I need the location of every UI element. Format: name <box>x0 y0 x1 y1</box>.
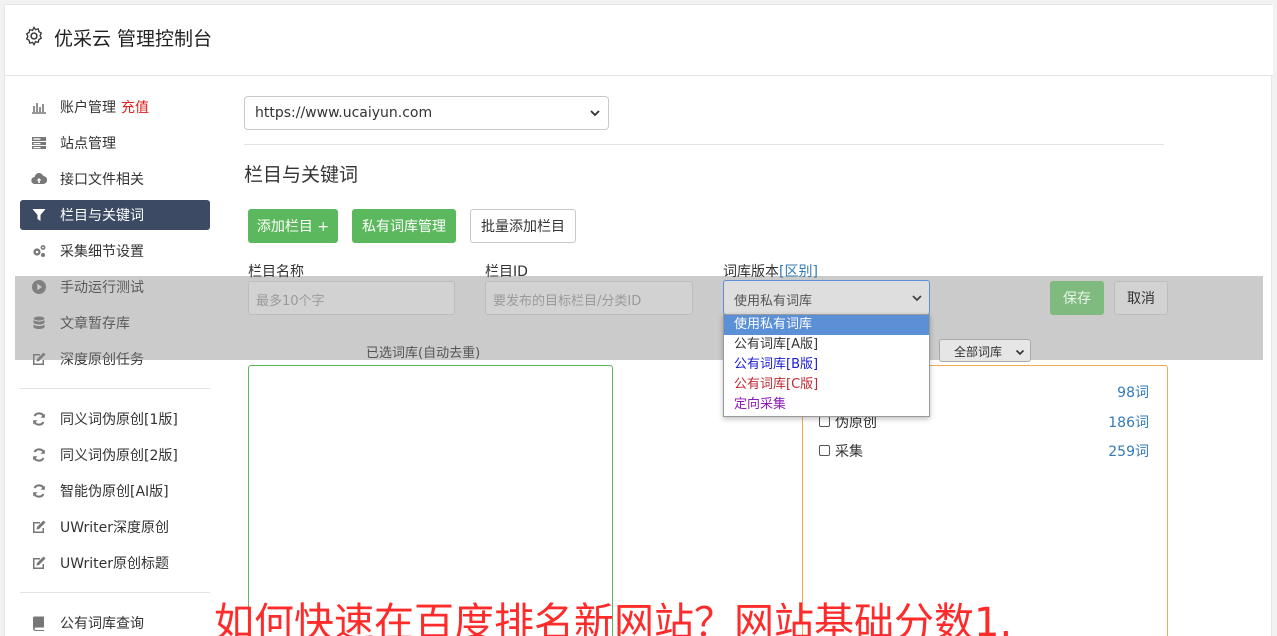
chevron-down-icon <box>1015 346 1025 356</box>
sidebar-divider <box>20 592 210 593</box>
book-icon <box>31 615 47 631</box>
sidebar-item-sites[interactable]: 站点管理 <box>20 128 210 158</box>
batch-add-column-button[interactable]: 批量添加栏目 <box>470 209 576 243</box>
sidebar-item-uwriter-deep[interactable]: UWriter深度原创 <box>20 512 210 542</box>
sidebar-item-interface[interactable]: 接口文件相关 <box>20 164 210 194</box>
sidebar-item-label: 同义词伪原创[1版] <box>60 412 178 428</box>
lib-version-select[interactable]: 使用私有词库 <box>723 280 930 315</box>
sidebar-item-label: 账户管理 <box>60 100 116 116</box>
sidebar-item-collect-settings[interactable]: 采集细节设置 <box>20 236 210 266</box>
chevron-down-icon <box>589 107 601 119</box>
difference-link[interactable]: [区别] <box>779 264 818 280</box>
lib-name: 采集 <box>835 444 863 460</box>
list-item[interactable]: 采集 259词 <box>819 441 1149 461</box>
cogs-icon <box>31 243 47 259</box>
column-name-label: 栏目名称 <box>248 264 304 280</box>
save-button[interactable]: 保存 <box>1050 281 1104 315</box>
filter-icon <box>31 207 47 223</box>
top-bar: 优采云 管理控制台 <box>5 5 1273 76</box>
sidebar-item-label: 同义词伪原创[2版] <box>60 448 178 464</box>
lib-filter-select[interactable]: 全部词库 <box>939 339 1031 362</box>
dropdown-option[interactable]: 使用私有词库 <box>724 315 929 335</box>
gear-icon <box>23 25 45 47</box>
page-title: 优采云 管理控制台 <box>54 28 213 50</box>
add-column-button[interactable]: 添加栏目 + <box>248 209 338 243</box>
edit-icon <box>31 555 47 571</box>
sidebar-item-label: 智能伪原创[AI版] <box>60 484 169 500</box>
sidebar-item-label: 接口文件相关 <box>60 172 144 188</box>
column-id-input[interactable]: 要发布的目标栏目/分类ID <box>485 281 693 315</box>
lib-version-label-text: 词库版本 <box>723 264 779 280</box>
lib-version-label: 词库版本[区别] <box>723 261 818 281</box>
sidebar: 账户管理 充值 站点管理 接口文件相关 栏目与关键词 采集细节设置 手动运行测试… <box>20 92 210 636</box>
sidebar-item-label: 栏目与关键词 <box>60 208 144 224</box>
site-select[interactable]: https://www.ucaiyun.com <box>244 96 609 130</box>
lib-count: 186词 <box>1108 415 1149 431</box>
sidebar-item-ai-rewrite[interactable]: 智能伪原创[AI版] <box>20 476 210 506</box>
column-name-input[interactable]: 最多10个字 <box>248 281 455 315</box>
private-library-button[interactable]: 私有词库管理 <box>352 209 456 243</box>
selected-libs-label: 已选词库(自动去重) <box>366 346 481 361</box>
lib-version-select-value: 使用私有词库 <box>734 294 813 309</box>
column-id-label: 栏目ID <box>485 264 528 280</box>
sidebar-item-label: UWriter原创标题 <box>60 556 169 572</box>
refresh-icon <box>31 411 47 427</box>
edit-icon <box>31 519 47 535</box>
sidebar-item-public-lib-query[interactable]: 公有词库查询 <box>20 608 210 636</box>
chevron-down-icon <box>911 292 923 304</box>
refresh-icon <box>31 483 47 499</box>
dropdown-option[interactable]: 定向采集 <box>724 395 929 415</box>
overlay-caption: 如何快速在百度排名新网站？网站基础分数1. <box>214 600 1013 636</box>
sidebar-item-label: 采集细节设置 <box>60 244 144 260</box>
dropdown-option[interactable]: 公有词库[B版] <box>724 355 929 375</box>
sidebar-divider <box>20 388 210 389</box>
sidebar-item-columns-keywords[interactable]: 栏目与关键词 <box>20 200 210 230</box>
bar-chart-icon <box>31 99 47 115</box>
lib-version-dropdown[interactable]: 使用私有词库 公有词库[A版] 公有词库[B版] 公有词库[C版] 定向采集 <box>723 314 930 417</box>
sidebar-item-label: 站点管理 <box>60 136 116 152</box>
dropdown-option[interactable]: 公有词库[A版] <box>724 335 929 355</box>
lib-filter-value: 全部词库 <box>954 345 1003 359</box>
cloud-upload-icon <box>31 171 47 187</box>
lib-checkbox[interactable] <box>819 445 830 456</box>
server-icon <box>31 135 47 151</box>
lib-count: 259词 <box>1108 444 1149 460</box>
divider <box>244 144 1164 145</box>
lib-count: 98词 <box>1117 385 1149 401</box>
dropdown-option[interactable]: 公有词库[C版] <box>724 375 929 395</box>
sidebar-item-account[interactable]: 账户管理 充值 <box>20 92 210 122</box>
sidebar-item-label: UWriter深度原创 <box>60 520 169 536</box>
sidebar-item-synonym-v2[interactable]: 同义词伪原创[2版] <box>20 440 210 470</box>
sidebar-item-uwriter-title[interactable]: UWriter原创标题 <box>20 548 210 578</box>
sidebar-item-label: 公有词库查询 <box>60 616 144 632</box>
lib-checkbox[interactable] <box>819 416 830 427</box>
refresh-icon <box>31 447 47 463</box>
cancel-button[interactable]: 取消 <box>1114 281 1168 315</box>
recharge-link[interactable]: 充值 <box>121 97 149 117</box>
site-select-value: https://www.ucaiyun.com <box>255 105 433 121</box>
sidebar-item-synonym-v1[interactable]: 同义词伪原创[1版] <box>20 404 210 434</box>
section-title: 栏目与关键词 <box>244 164 359 186</box>
